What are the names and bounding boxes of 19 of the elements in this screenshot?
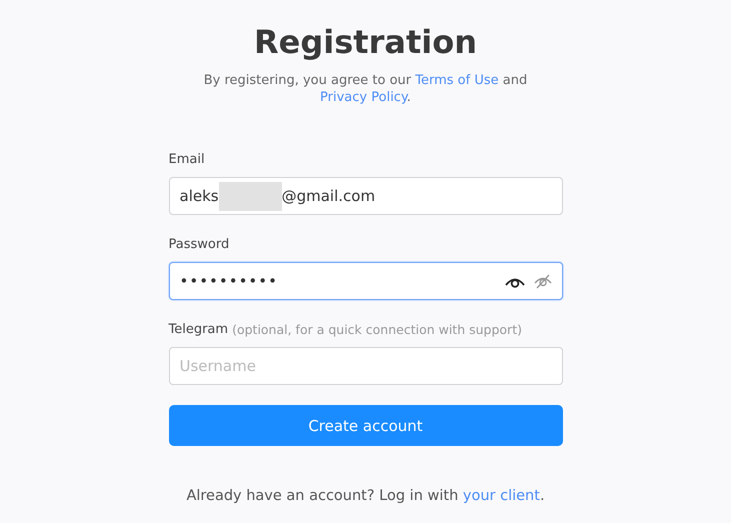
agreement-text: By registering, you agree to our Terms of Use and Privacy Policy. [202, 72, 528, 106]
terms-link[interactable]: Terms of Use [415, 73, 499, 88]
field-label: Telegram [168, 322, 228, 337]
email-value: @gmail.com [282, 187, 376, 205]
field-label: Password [168, 237, 230, 252]
email-value: aleks [180, 187, 219, 205]
page-title: Registration [253, 22, 478, 63]
create-account-button[interactable]: Create account [168, 405, 562, 446]
input-field[interactable]: •••••••••• [168, 262, 562, 300]
field-hint: (optional, for a quick connection with support) [232, 322, 522, 337]
input-field[interactable]: Username [168, 347, 562, 385]
field-label: Email [168, 152, 205, 167]
privacy-link[interactable]: Privacy Policy [320, 90, 407, 105]
username-placeholder: Username [180, 357, 552, 375]
input-field[interactable]: aleks @gmail.com [168, 177, 562, 215]
password-value: •••••••••• [180, 272, 496, 290]
login-text: Already have an account? Log in with your client. [185, 488, 546, 504]
eye-off-icon[interactable] [534, 273, 552, 289]
client-link[interactable]: your client [462, 488, 540, 504]
